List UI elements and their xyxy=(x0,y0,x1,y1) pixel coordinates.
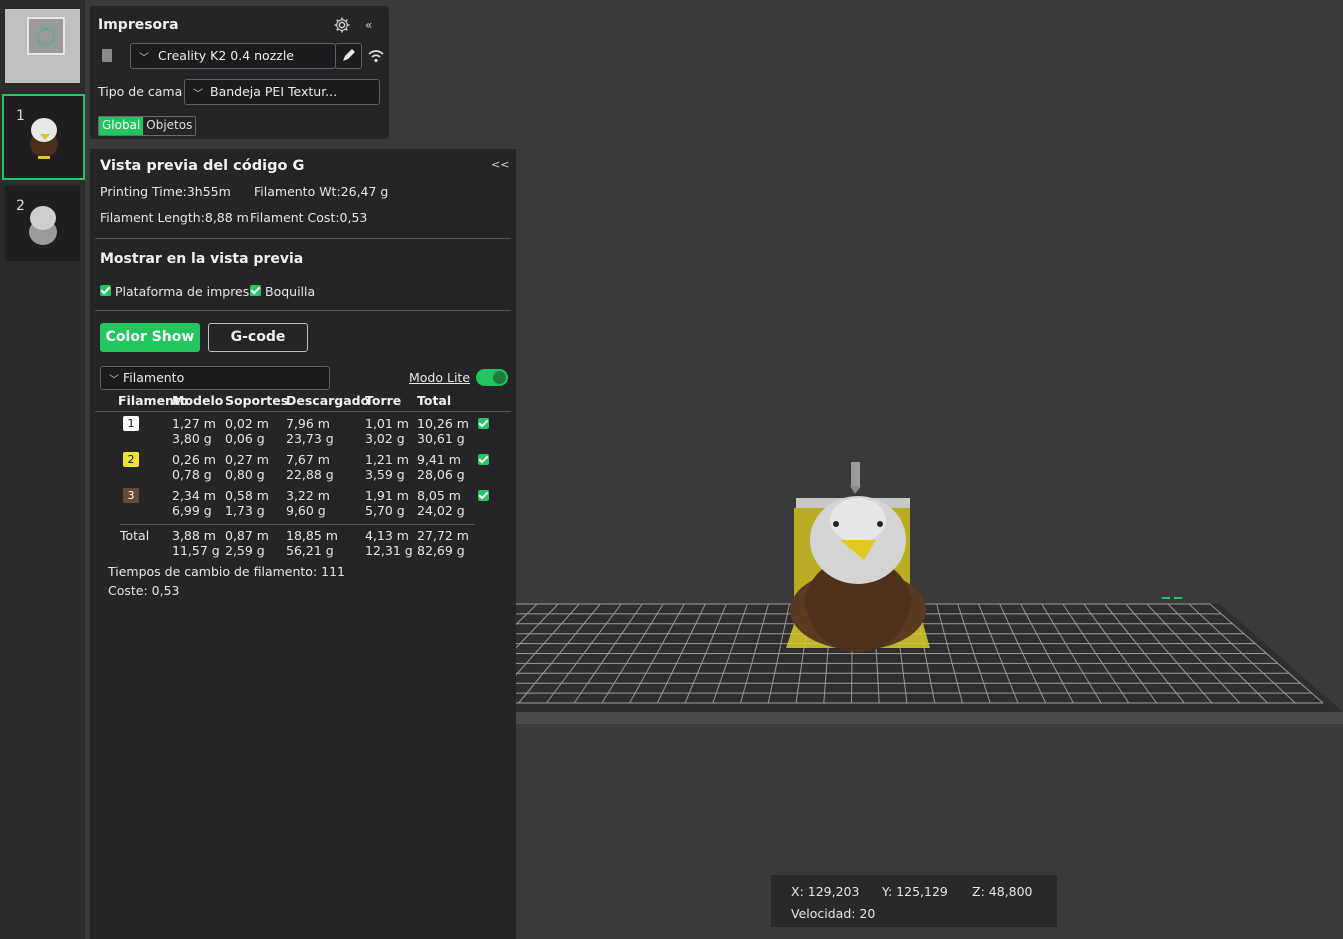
show-in-preview-title: Mostrar en la vista previa xyxy=(100,251,304,267)
total-flushed: 18,85 m 56,21 g xyxy=(286,528,338,558)
view-type-select[interactable]: ﹀ Filamento xyxy=(100,366,330,390)
filament-visible-checkbox[interactable] xyxy=(478,454,489,465)
plate-checkbox-label: Plataforma de impresió xyxy=(115,284,261,299)
printer-connection-icon xyxy=(102,49,112,62)
lite-mode-label[interactable]: Modo Lite xyxy=(409,370,470,385)
gcode-button[interactable]: G-code xyxy=(208,323,308,352)
filament-torre-cell: 1,21 m 3,59 g xyxy=(365,452,409,482)
divider xyxy=(95,411,511,412)
pencil-icon xyxy=(343,49,355,61)
gcode-panel-title: Vista previa del código G xyxy=(100,158,305,174)
filament-total-cell: 10,26 m 30,61 g xyxy=(417,416,469,446)
total-supports: 0,87 m 2,59 g xyxy=(225,528,269,558)
filament-visible-checkbox[interactable] xyxy=(478,490,489,501)
gcode-preview-panel: Vista previa del código G << Printing Ti… xyxy=(90,149,516,939)
filament-soportes-cell: 0,27 m 0,80 g xyxy=(225,452,269,482)
loading-icon xyxy=(37,28,55,46)
bed-type-value: Bandeja PEI Textur... xyxy=(210,84,338,99)
filament-descargado-cell: 3,22 m 9,60 g xyxy=(286,488,330,518)
filament-total-cell: 9,41 m 28,06 g xyxy=(417,452,465,482)
tab-global[interactable]: Global xyxy=(99,117,144,135)
filament-visible-checkbox[interactable] xyxy=(478,418,489,429)
chevron-down-icon: ﹀ xyxy=(109,375,119,386)
printer-panel-title: Impresora xyxy=(98,17,179,33)
bed-type-label: Tipo de cama xyxy=(98,84,183,99)
collapse-gcode-panel-button[interactable]: << xyxy=(491,158,509,171)
filament-total-cell: 8,05 m 24,02 g xyxy=(417,488,465,518)
plate-strip: 1 2 xyxy=(0,0,85,939)
coord-x: X: 129,203 xyxy=(791,884,860,899)
chevron-down-icon: ﹀ xyxy=(139,53,149,64)
divider xyxy=(95,238,511,239)
printer-select[interactable]: ﹀ Creality K2 0.4 nozzle xyxy=(130,43,336,69)
cost-value: Coste: 0,53 xyxy=(108,583,180,598)
col-header-total: Total xyxy=(417,393,452,408)
edit-printer-button[interactable] xyxy=(335,43,362,69)
toggle-knob xyxy=(493,371,506,384)
filament-modelo-cell: 0,26 m 0,78 g xyxy=(172,452,216,482)
plate-overview-thumbnail[interactable] xyxy=(5,9,80,83)
wifi-icon[interactable] xyxy=(367,48,385,64)
printer-panel: Impresora « ﹀ Creality K2 0.4 nozzle Tip… xyxy=(90,6,389,139)
filament-modelo-cell: 1,27 m 3,80 g xyxy=(172,416,216,446)
speed-value: Velocidad: 20 xyxy=(791,906,876,921)
eagle-thumbnail-icon xyxy=(30,118,58,159)
tab-objects[interactable]: Objetos xyxy=(143,117,195,135)
filament-torre-cell: 1,01 m 3,02 g xyxy=(365,416,409,446)
divider xyxy=(95,310,511,311)
filament-change-times: Tiempos de cambio de filamento: 111 xyxy=(108,564,345,579)
coord-z: Z: 48,800 xyxy=(972,884,1033,899)
filament-chip[interactable]: 3 xyxy=(123,488,139,503)
divider xyxy=(120,524,475,525)
chevron-down-icon: ﹀ xyxy=(193,89,203,100)
printing-time: Printing Time:3h55m xyxy=(100,184,231,199)
view-type-value: Filamento xyxy=(123,370,185,385)
filament-chip[interactable]: 2 xyxy=(123,452,139,467)
filament-descargado-cell: 7,96 m 23,73 g xyxy=(286,416,334,446)
nozzle-checkbox[interactable] xyxy=(250,285,261,296)
col-header-flushed: Descargado xyxy=(286,393,370,408)
filament-chip[interactable]: 1 xyxy=(123,416,139,431)
filament-soportes-cell: 0,58 m 1,73 g xyxy=(225,488,269,518)
filament-weight: Filamento Wt:26,47 g xyxy=(254,184,389,199)
filament-cost: Filament Cost:0,53 xyxy=(250,210,368,225)
total-label: Total xyxy=(120,528,150,543)
total-model: 3,88 m 11,57 g xyxy=(172,528,220,558)
bed-type-select[interactable]: ﹀ Bandeja PEI Textur... xyxy=(184,79,380,105)
nozzle-checkbox-label: Boquilla xyxy=(265,284,316,299)
coord-y: Y: 125,129 xyxy=(882,884,948,899)
settings-scope-tabs: Global Objetos xyxy=(98,116,197,136)
col-header-tower: Torre xyxy=(365,393,402,408)
total-tower: 4,13 m 12,31 g xyxy=(365,528,413,558)
color-show-button[interactable]: Color Show xyxy=(100,323,200,352)
plate-thumbnail-2[interactable]: 2 xyxy=(5,186,80,261)
filament-length: Filament Length:8,88 m xyxy=(100,210,249,225)
plate-checkbox[interactable] xyxy=(100,285,111,296)
gear-icon[interactable] xyxy=(333,16,351,34)
collapse-panel-button[interactable]: « xyxy=(365,18,372,32)
eagle-thumbnail-icon xyxy=(29,206,57,245)
eagle-model[interactable] xyxy=(786,462,930,652)
filament-soportes-cell: 0,02 m 0,06 g xyxy=(225,416,269,446)
col-header-model: Modelo xyxy=(172,393,224,408)
total-total: 27,72 m 82,69 g xyxy=(417,528,469,558)
lite-mode-toggle[interactable] xyxy=(476,369,508,386)
filament-torre-cell: 1,91 m 5,70 g xyxy=(365,488,409,518)
filament-descargado-cell: 7,67 m 22,88 g xyxy=(286,452,334,482)
printer-select-value: Creality K2 0.4 nozzle xyxy=(158,48,294,63)
plate-thumbnail-1[interactable]: 1 xyxy=(2,94,85,180)
coordinates-readout: X: 129,203 Y: 125,129 Z: 48,800 Velocida… xyxy=(771,875,1057,927)
col-header-supports: Soportes xyxy=(225,393,289,408)
filament-modelo-cell: 2,34 m 6,99 g xyxy=(172,488,216,518)
